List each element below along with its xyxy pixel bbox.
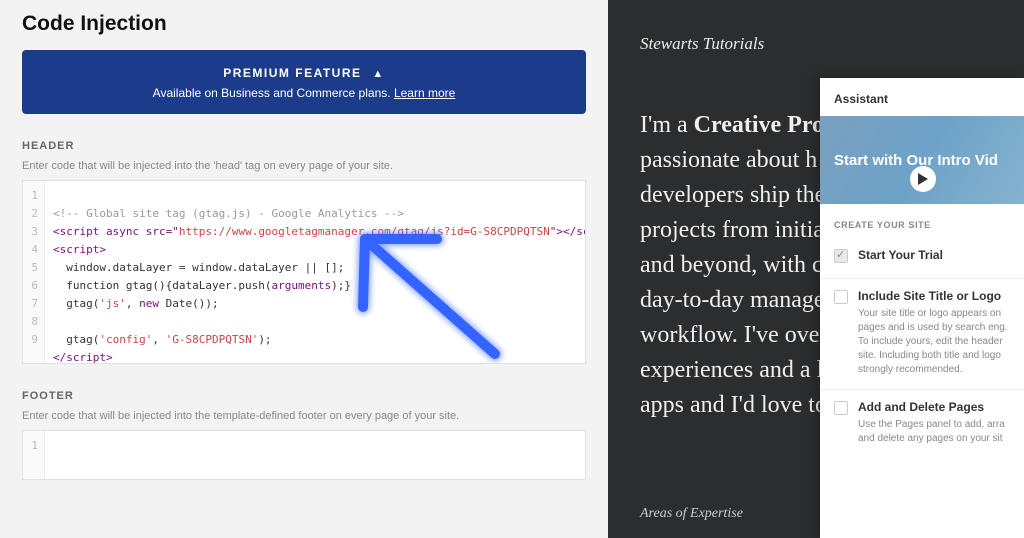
checkbox-icon	[834, 401, 848, 415]
code-line: );}	[331, 279, 351, 292]
settings-panel: Code Injection PREMIUM FEATURE ▲ Availab…	[0, 0, 608, 538]
premium-sub-text: Available on Business and Commerce plans…	[153, 86, 391, 100]
caret-up-icon: ▲	[372, 68, 384, 80]
code-line: </scr	[53, 351, 86, 363]
assistant-item-head: Include Site Title or Logo	[858, 289, 1010, 303]
header-section-desc: Enter code that will be injected into th…	[22, 160, 586, 172]
code-line: ,	[152, 333, 165, 346]
code-line: 'js'	[99, 297, 126, 310]
code-line: ipt>	[86, 351, 113, 363]
hero-line: apps and I'd love to	[640, 392, 827, 418]
hero-line: day-to-day manage	[640, 287, 825, 313]
line-num: 3	[29, 223, 38, 241]
line-num: 9	[29, 331, 38, 349]
learn-more-link[interactable]: Learn more	[394, 86, 455, 100]
footer-section-desc: Enter code that will be injected into th…	[22, 410, 586, 422]
premium-heading: PREMIUM FEATURE ▲	[32, 66, 576, 80]
hero-line: workflow. I've over	[640, 322, 827, 348]
code-line: <!-- Global site tag (gtag.js) - Google …	[53, 207, 404, 220]
header-gutter: 1 2 3 4 5 6 7 8 9	[23, 181, 45, 363]
assistant-item-title-logo[interactable]: Include Site Title or Logo Your site tit…	[820, 279, 1024, 390]
hero-line: and beyond, with c	[640, 252, 823, 278]
assistant-item-head: Start Your Trial	[858, 248, 1010, 262]
premium-heading-text: PREMIUM FEATURE	[223, 66, 361, 80]
assistant-item-head: Add and Delete Pages	[858, 400, 1010, 414]
footer-code-content[interactable]	[45, 431, 585, 479]
code-line: Date());	[159, 297, 219, 310]
footer-section-label: FOOTER	[22, 390, 586, 402]
line-num: 1	[29, 187, 38, 205]
line-num: 4	[29, 241, 38, 259]
assistant-section-label: CREATE YOUR SITE	[820, 204, 1024, 238]
code-line: gtag(	[53, 297, 99, 310]
line-num: 1	[29, 437, 38, 455]
line-num: 7	[29, 295, 38, 313]
code-line: 'config'	[99, 333, 152, 346]
premium-sub: Available on Business and Commerce plans…	[32, 86, 576, 100]
code-line: 'G-S8CPDPQTSN'	[166, 333, 259, 346]
hero-line: developers ship the	[640, 182, 825, 208]
checkbox-icon	[834, 290, 848, 304]
assistant-item-desc: Your site title or logo appears on pages…	[858, 307, 1010, 377]
preview-site-title: Stewarts Tutorials	[608, 0, 1024, 54]
assistant-item-pages[interactable]: Add and Delete Pages Use the Pages panel…	[820, 390, 1024, 458]
hero-lead: I'm a	[640, 112, 694, 138]
footer-code-editor[interactable]: 1	[22, 430, 586, 480]
code-line: );	[258, 333, 271, 346]
code-line: function gtag(){dataLayer.push(	[53, 279, 272, 292]
hero-bold: Creative Pro	[694, 112, 824, 138]
footer-gutter: 1	[23, 431, 45, 479]
code-line: <script async src="	[53, 225, 179, 238]
preview-areas-label: Areas of Expertise	[640, 506, 743, 522]
play-icon[interactable]	[910, 166, 936, 192]
checkbox-done-icon	[834, 249, 848, 263]
assistant-title: Assistant	[820, 78, 1024, 116]
header-code-editor[interactable]: 1 2 3 4 5 6 7 8 9 <!-- Global site tag (…	[22, 180, 586, 364]
line-num: 2	[29, 205, 38, 223]
intro-video-card[interactable]: Start with Our Intro Vid	[820, 116, 1024, 204]
code-line: gtag(	[53, 333, 99, 346]
header-code-content[interactable]: <!-- Global site tag (gtag.js) - Google …	[45, 181, 585, 363]
page-title: Code Injection	[22, 12, 586, 36]
code-line: https://www.googletagmanager.com/gtag/js…	[179, 225, 550, 238]
line-num: 6	[29, 277, 38, 295]
line-num: 8	[29, 313, 38, 331]
code-line: ,	[126, 297, 139, 310]
code-line: <script>	[53, 243, 106, 256]
assistant-item-desc: Use the Pages panel to add, arra and del…	[858, 418, 1010, 446]
code-line: "></scr	[550, 225, 585, 238]
code-line: window.dataLayer = window.dataLayer || […	[53, 261, 344, 274]
premium-banner[interactable]: PREMIUM FEATURE ▲ Available on Business …	[22, 50, 586, 114]
hero-line: projects from initia	[640, 217, 824, 243]
hero-line: passionate about h	[640, 147, 817, 173]
assistant-item-trial[interactable]: Start Your Trial	[820, 238, 1024, 279]
hero-line: experiences and a l	[640, 357, 823, 383]
line-num: 5	[29, 259, 38, 277]
code-line: new	[139, 297, 159, 310]
assistant-panel: Assistant Start with Our Intro Vid CREAT…	[820, 78, 1024, 538]
intro-video-text: Start with Our Intro Vid	[834, 152, 998, 169]
header-section-label: HEADER	[22, 140, 586, 152]
code-line: arguments	[272, 279, 332, 292]
